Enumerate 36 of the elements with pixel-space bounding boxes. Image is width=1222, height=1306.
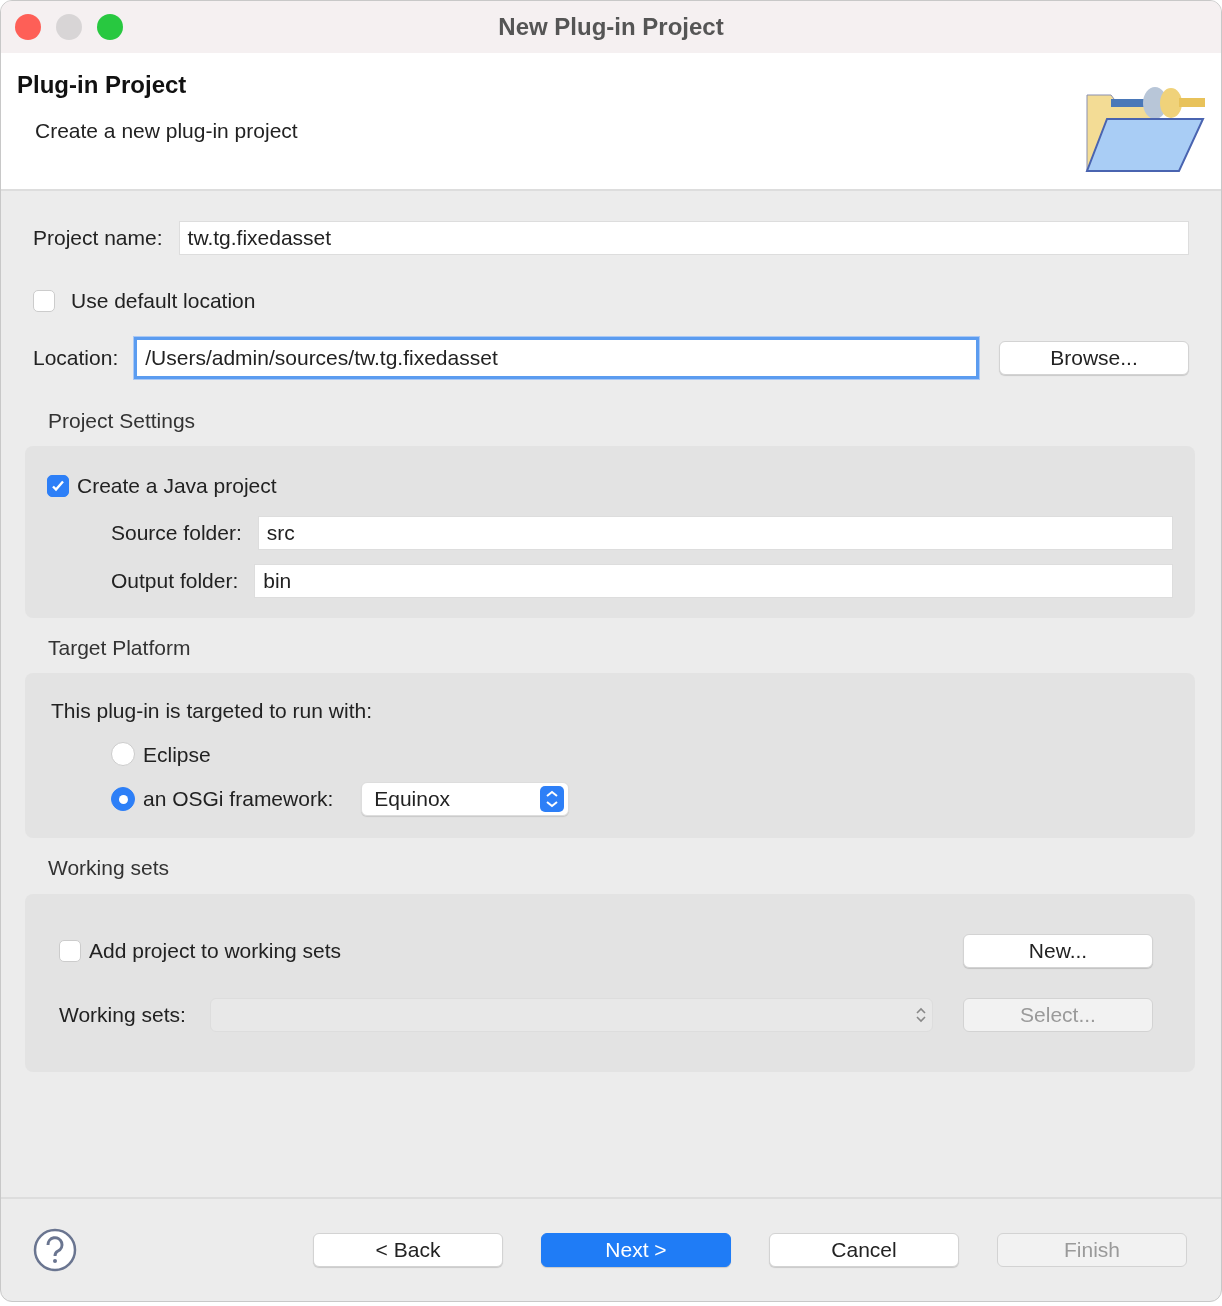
checkbox-label: Create a Java project (77, 473, 277, 499)
radio-label: an OSGi framework: (143, 786, 334, 813)
dialog-button[interactable]: Cancel (769, 1233, 959, 1267)
section-title: Working sets (48, 855, 170, 881)
framework-dropdown[interactable]: Equinox (361, 782, 570, 816)
text-field[interactable]: tw.tg.fixedasset (178, 221, 1189, 255)
section-title: Target Platform (48, 634, 192, 661)
close-window-button[interactable] (15, 14, 41, 40)
radio-button[interactable] (111, 787, 135, 811)
window-title: New Plug-in Project (498, 13, 724, 40)
new-button[interactable]: New... (963, 933, 1153, 968)
chevron-icon (540, 786, 565, 812)
zoom-window-button[interactable] (97, 14, 123, 40)
field-label: Location: (33, 344, 119, 371)
checkbox-label: Use default location (71, 288, 256, 314)
dialog-button[interactable]: Next > (541, 1233, 731, 1267)
field-label: Source folder: (111, 519, 242, 546)
text-field[interactable]: bin (254, 563, 1173, 598)
checkbox[interactable] (59, 939, 81, 962)
help-icon[interactable] (33, 1228, 77, 1272)
checkbox-label: Add project to working sets (89, 937, 343, 964)
page-description: Create a new plug-in project (35, 118, 298, 144)
field-label: Project name: (33, 225, 163, 252)
dialog-button[interactable]: < Back (313, 1233, 503, 1267)
page-title: Plug-in Project (17, 70, 188, 100)
checkbox[interactable] (47, 474, 69, 497)
field-label: Working sets: (59, 1001, 186, 1028)
section-title: Project Settings (48, 407, 197, 434)
prompt-text: This plug-in is targeted to run with: (51, 698, 373, 724)
radio-label: Eclipse (143, 741, 211, 768)
field-label: Output folder: (111, 567, 239, 594)
radio-button[interactable] (111, 742, 135, 767)
browse-button[interactable]: Browse... (999, 340, 1189, 375)
text-field[interactable]: src (257, 515, 1173, 550)
text-field[interactable]: /Users/admin/sources/tw.tg.fixedasset (134, 336, 979, 379)
checkbox[interactable] (33, 289, 55, 312)
